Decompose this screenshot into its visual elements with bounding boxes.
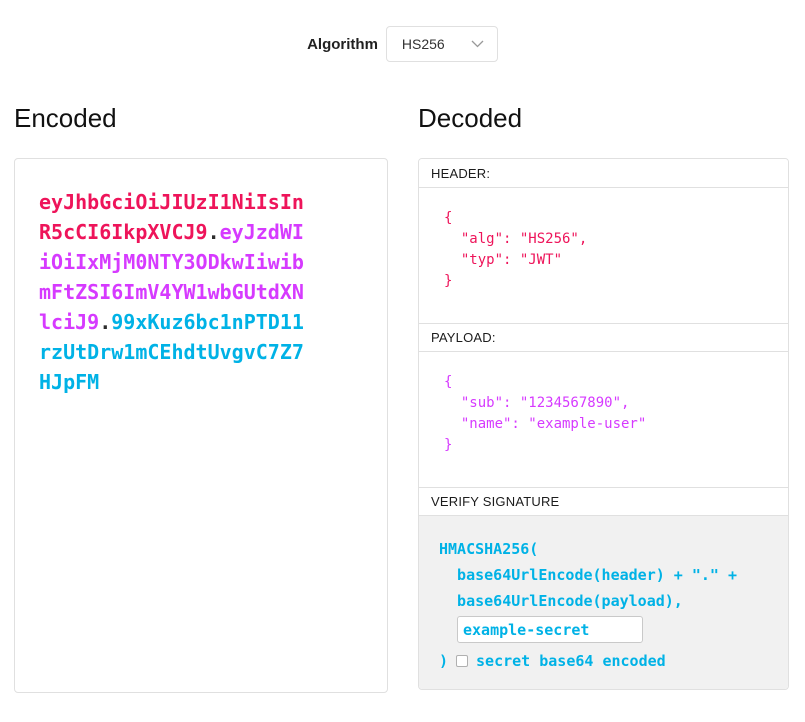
- token-separator: .: [99, 310, 111, 334]
- verify-footer: ) secret base64 encoded: [439, 652, 768, 670]
- debugger-columns: Encoded eyJhbGciOiJIUzI1NiIsInR5cCI6IkpX…: [0, 62, 805, 693]
- hmac-formula-code: HMACSHA256( base64UrlEncode(header) + ".…: [439, 536, 768, 614]
- header-section-label: HEADER:: [419, 159, 788, 187]
- payload-json-editor[interactable]: { "sub": "1234567890", "name": "example-…: [419, 351, 788, 487]
- verify-signature-body: HMACSHA256( base64UrlEncode(header) + ".…: [419, 515, 788, 689]
- base64-encoded-label[interactable]: secret base64 encoded: [476, 652, 666, 670]
- encoded-token-editor[interactable]: eyJhbGciOiJIUzI1NiIsInR5cCI6IkpXVCJ9.eyJ…: [14, 158, 388, 693]
- header-json-editor[interactable]: { "alg": "HS256", "typ": "JWT" }: [419, 187, 788, 323]
- encoded-column: Encoded eyJhbGciOiJIUzI1NiIsInR5cCI6IkpX…: [14, 62, 388, 693]
- secret-input[interactable]: [457, 616, 643, 643]
- base64-encoded-checkbox[interactable]: [456, 655, 468, 667]
- decoded-panel: HEADER: { "alg": "HS256", "typ": "JWT" }…: [418, 158, 789, 690]
- algorithm-selected-value: HS256: [402, 36, 445, 52]
- algorithm-bar: Algorithm HS256: [0, 26, 805, 62]
- decoded-column: Decoded HEADER: { "alg": "HS256", "typ":…: [418, 62, 789, 693]
- algorithm-select[interactable]: HS256: [386, 26, 498, 62]
- jwt-token[interactable]: eyJhbGciOiJIUzI1NiIsInR5cCI6IkpXVCJ9.eyJ…: [39, 187, 311, 397]
- algorithm-label: Algorithm: [307, 36, 378, 53]
- verify-signature-label: VERIFY SIGNATURE: [419, 487, 788, 515]
- verify-label-text: VERIFY SIGNATURE: [431, 494, 559, 509]
- encoded-title: Encoded: [14, 102, 388, 134]
- chevron-down-icon: [471, 40, 484, 48]
- token-separator: .: [208, 220, 220, 244]
- decoded-title: Decoded: [418, 102, 789, 134]
- closing-paren: ): [439, 652, 448, 670]
- jwt-debugger-page: { "algorithm_bar": { "label": "Algorithm…: [0, 26, 805, 722]
- header-label-text: HEADER:: [431, 166, 490, 181]
- payload-section-label: PAYLOAD:: [419, 323, 788, 351]
- payload-label-text: PAYLOAD:: [431, 330, 496, 345]
